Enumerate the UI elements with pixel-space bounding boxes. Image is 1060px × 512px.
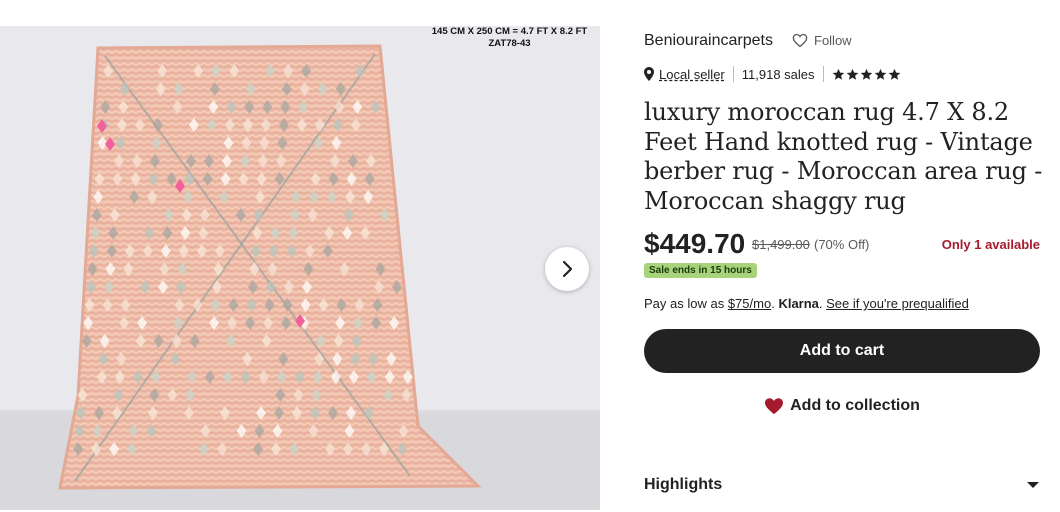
divider: [732, 66, 734, 82]
next-image-button[interactable]: [545, 247, 589, 291]
shop-name[interactable]: Beniouraincarpets: [644, 32, 773, 50]
product-image[interactable]: 145 CM X 250 CM = 4.7 FT X 8.2 FT ZAT78-…: [0, 26, 600, 510]
klarna-row: Pay as low as $75/mo. Klarna. See if you…: [644, 296, 969, 311]
star-icon: [832, 68, 844, 80]
availability-label: Only 1 available: [941, 237, 1040, 252]
product-title: luxury moroccan rug 4.7 X 8.2 Feet Hand …: [644, 98, 1043, 215]
rug-photo: [0, 26, 600, 510]
chevron-right-icon: [562, 260, 573, 278]
sale-price: $449.70: [644, 228, 746, 259]
price-row: $449.70 $1,499.00 (70% Off) Only 1 avail…: [644, 228, 1040, 260]
highlights-section-toggle[interactable]: Highlights: [644, 474, 1040, 496]
discount-label: (70% Off): [814, 237, 870, 252]
divider: [822, 66, 824, 82]
heart-filled-icon: [765, 398, 784, 415]
shop-row: Beniouraincarpets Follow: [644, 32, 852, 50]
star-icon: [874, 68, 886, 80]
follow-label: Follow: [814, 33, 852, 48]
add-to-cart-button[interactable]: Add to cart: [644, 329, 1040, 373]
rating-stars[interactable]: [832, 68, 901, 81]
star-icon: [860, 68, 872, 80]
shop-meta-row: Local seller 11,918 sales: [644, 66, 901, 82]
heart-outline-icon: [792, 33, 808, 48]
sales-count: 11,918 sales: [741, 66, 815, 82]
follow-button[interactable]: Follow: [792, 33, 852, 48]
add-to-collection-button[interactable]: Add to collection: [644, 386, 1040, 426]
dimension-caption-line2: ZAT78-43: [488, 38, 531, 49]
add-to-collection-label: Add to collection: [790, 397, 920, 414]
map-pin-icon: [644, 67, 654, 81]
dimension-caption: 145 CM X 250 CM = 4.7 FT X 8.2 FT ZAT78-…: [422, 26, 597, 50]
klarna-logo: Klarna: [778, 296, 819, 311]
star-icon: [888, 68, 900, 80]
original-price: $1,499.00: [752, 237, 810, 252]
chevron-down-icon: [1027, 482, 1039, 488]
sale-badge: Sale ends in 15 hours: [644, 263, 757, 278]
star-icon: [846, 68, 858, 80]
local-seller-link[interactable]: Local seller: [659, 67, 725, 82]
klarna-prefix: Pay as low as: [644, 296, 728, 311]
highlights-label: Highlights: [644, 476, 723, 493]
klarna-amount-link[interactable]: $75/mo: [728, 296, 771, 311]
prequalify-link[interactable]: See if you're prequalified: [826, 296, 969, 311]
dimension-caption-line1: 145 CM X 250 CM = 4.7 FT X 8.2 FT: [431, 26, 588, 37]
